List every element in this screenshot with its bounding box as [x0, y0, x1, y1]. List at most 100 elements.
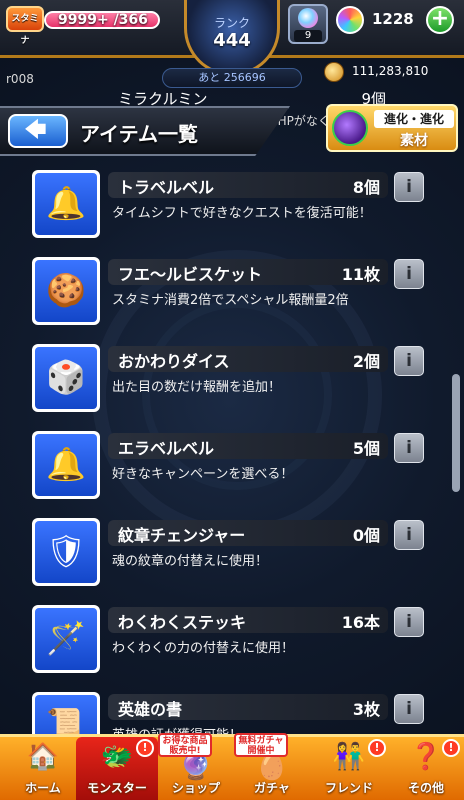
item-name: わくわくステッキ: [118, 613, 247, 632]
item-description: 魂の紋章の付替えに使用！: [112, 554, 269, 569]
nav-home-label: ホーム: [25, 781, 61, 795]
info-icon: i: [406, 264, 412, 284]
nav-home[interactable]: 🏠 ホーム: [0, 737, 86, 800]
item-name-bar: 紋章チェンジャー 0個: [108, 520, 388, 546]
info-icon: i: [406, 699, 412, 719]
info-icon: i: [406, 351, 412, 371]
list-item[interactable]: 🎲 おかわりダイス 2個 出た目の数だけ報酬を追加！ i: [0, 338, 464, 425]
orb-icon: [336, 6, 364, 34]
item-count: 5個: [352, 439, 380, 458]
item-icon-frame: 🪄: [32, 605, 100, 673]
info-icon: i: [406, 525, 412, 545]
item-name: 紋章チェンジャー: [118, 526, 246, 545]
item-count: 3枚: [352, 700, 380, 719]
info-button[interactable]: i: [394, 346, 424, 376]
item-description: 好きなキャンペーンを選べる！: [112, 467, 294, 482]
info-icon: i: [406, 612, 412, 632]
info-button[interactable]: i: [394, 520, 424, 550]
nav-friend[interactable]: 👫 フレンド !: [310, 737, 388, 800]
list-item[interactable]: 🛡 紋章チェンジャー 0個 魂の紋章の付替えに使用！ i: [0, 512, 464, 599]
item-name: 英雄の書: [118, 700, 183, 719]
info-button[interactable]: i: [394, 172, 424, 202]
info-button[interactable]: i: [394, 607, 424, 637]
page-title: アイテム一覧: [80, 122, 198, 146]
list-item[interactable]: 🔔 トラベルベル 8個 タイムシフトで好きなクエストを復活可能！ i: [0, 164, 464, 251]
nav-gacha[interactable]: 🥚 ガチャ 無料ガチャ開催中: [234, 733, 310, 800]
item-name-bar: フエ〜ルビスケット 11枚: [108, 259, 388, 285]
nav-other-label: その他: [407, 781, 444, 795]
back-button[interactable]: 🡄: [8, 114, 68, 148]
nav-monster[interactable]: 🐲 モンスター !: [76, 737, 158, 800]
monster-alert-badge: !: [136, 739, 154, 757]
evolution-orb-icon: [332, 110, 368, 146]
item-icon-frame: 🔔: [32, 170, 100, 238]
info-icon: i: [406, 438, 412, 458]
item-icon-frame: 🔔: [32, 431, 100, 499]
coin-icon: [324, 62, 344, 82]
item-icon-frame: 📜: [32, 692, 100, 734]
info-icon: i: [406, 177, 412, 197]
item-name: フエ〜ルビスケット: [118, 265, 263, 284]
next-rank-exp: あと 256696: [162, 68, 302, 88]
coin-amount: 111,283,810: [352, 64, 429, 78]
friend-orb-icon: [298, 8, 318, 28]
nav-monster-label: モンスター: [87, 781, 147, 795]
item-count: 2個: [352, 352, 380, 371]
biscuit-icon: 🍪: [46, 271, 86, 309]
list-item[interactable]: 🔔 エラベルベル 5個 好きなキャンペーンを選べる！ i: [0, 425, 464, 512]
friend-alert-badge: !: [368, 739, 386, 757]
rank-value: 444: [213, 30, 251, 51]
item-icon-frame: 🛡: [32, 518, 100, 586]
dice-icon: 🎲: [46, 358, 86, 396]
item-icon-frame: 🎲: [32, 344, 100, 412]
back-arrow-icon: 🡄: [24, 118, 47, 143]
list-item[interactable]: 🍪 フエ〜ルビスケット 11枚 スタミナ消費2倍でスペシャル報酬量2倍 i: [0, 251, 464, 338]
item-description: わくわくの力の付替えに使用！: [112, 641, 295, 656]
nav-shop-label: ショップ: [171, 781, 220, 795]
bottom-navigation: 🏠 ホーム 🐲 モンスター ! 🔮 ショップ お得な商品販売中! 🥚 ガチャ 無…: [0, 733, 464, 800]
item-name-bar: トラベルベル 8個: [108, 172, 388, 198]
item-description: タイムシフトで好きなクエストを復活可能！: [112, 206, 372, 221]
list-item[interactable]: 📜 英雄の書 3枚 英雄の証が獲得可能！ i: [0, 686, 464, 734]
item-name: おかわりダイス: [118, 352, 230, 371]
bell-icon: 🔔: [46, 445, 86, 483]
item-icon-frame: 🍪: [32, 257, 100, 325]
gacha-free-badge: 無料ガチャ開催中: [234, 733, 288, 757]
evolution-button-label: 進化・進化: [374, 110, 454, 128]
item-count: 16本: [341, 613, 380, 632]
item-list[interactable]: 🔔 トラベルベル 8個 タイムシフトで好きなクエストを復活可能！ i 🍪 フエ〜…: [0, 164, 464, 734]
item-name-bar: エラベルベル 5個: [108, 433, 388, 459]
info-button[interactable]: i: [394, 694, 424, 724]
home-icon: 🏠: [26, 742, 60, 772]
evolution-materials-button[interactable]: 進化・進化 素材: [326, 104, 458, 152]
wand-icon: 🪄: [46, 619, 86, 657]
other-alert-badge: !: [442, 739, 460, 757]
stamina-label: スタミナ: [6, 6, 44, 46]
build-label: r008: [6, 72, 34, 86]
item-name: ミラクルミン: [118, 90, 208, 108]
item-name-bar: 英雄の書 3枚: [108, 694, 388, 720]
item-name-bar: わくわくステッキ 16本: [108, 607, 388, 633]
list-scrollbar[interactable]: [452, 374, 460, 492]
scroll-icon: 📜: [46, 706, 86, 734]
item-name-bar: おかわりダイス 2個: [108, 346, 388, 372]
travel-bell-icon: 🔔: [46, 184, 86, 222]
list-item[interactable]: 🪄 わくわくステッキ 16本 わくわくの力の付替えに使用！ i: [0, 599, 464, 686]
nav-other[interactable]: ❓ その他 !: [388, 737, 464, 800]
item-count: 11枚: [341, 265, 380, 284]
nav-friend-label: フレンド: [324, 781, 373, 795]
friend-orb-box[interactable]: 9: [288, 4, 328, 44]
item-name: トラベルベル: [118, 178, 215, 197]
item-name: エラベルベル: [118, 439, 215, 458]
info-button[interactable]: i: [394, 259, 424, 289]
materials-label: 素材: [400, 133, 428, 149]
crest-changer-icon: 🛡: [45, 532, 87, 570]
buy-orb-button[interactable]: +: [426, 6, 454, 34]
item-description: スタミナ消費2倍でスペシャル報酬量2倍: [112, 293, 349, 308]
friend-orb-count: 9: [294, 30, 322, 42]
info-button[interactable]: i: [394, 433, 424, 463]
item-count: 8個: [352, 178, 380, 197]
rank-label: ランク: [213, 16, 250, 30]
orb-count: 1228: [372, 10, 414, 28]
nav-shop[interactable]: 🔮 ショップ お得な商品販売中!: [158, 733, 234, 800]
